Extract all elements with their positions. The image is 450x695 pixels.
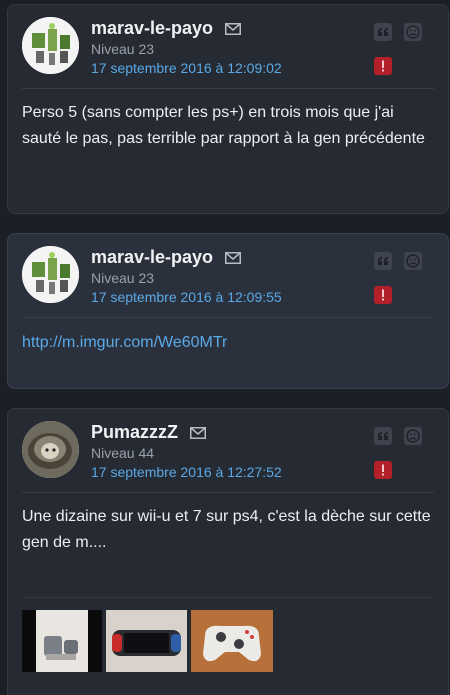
avatar-image <box>22 17 79 74</box>
envelope-icon[interactable] <box>225 22 242 35</box>
author-name[interactable]: marav-le-payo <box>91 247 213 268</box>
attachment-thumbnail[interactable] <box>22 610 102 672</box>
message-card: PumazzzZ Niveau 44 17 septembre 2016 à 1… <box>7 408 449 695</box>
user-level: Niveau 23 <box>91 270 155 286</box>
quote-icon <box>378 257 388 265</box>
report-button[interactable] <box>374 461 392 479</box>
report-button[interactable] <box>374 286 392 304</box>
user-level: Niveau 23 <box>91 41 155 57</box>
post-date-link[interactable]: 17 septembre 2016 à 12:27:52 <box>91 464 282 480</box>
author-row: marav-le-payo <box>91 247 242 268</box>
quote-button[interactable] <box>374 252 392 270</box>
message-text: Perso 5 (sans compter les ps+) en trois … <box>22 104 425 147</box>
alert-icon <box>382 60 384 72</box>
frown-icon <box>406 254 420 268</box>
frown-icon <box>406 429 420 443</box>
message-card: marav-le-payo Niveau 23 17 septembre 201… <box>7 4 449 214</box>
quote-icon <box>378 432 388 440</box>
dislike-button[interactable] <box>404 23 422 41</box>
author-name[interactable]: PumazzzZ <box>91 422 178 443</box>
message-card: marav-le-payo Niveau 23 17 septembre 201… <box>7 233 449 389</box>
post-date-link[interactable]: 17 septembre 2016 à 12:09:02 <box>91 60 282 76</box>
frown-icon <box>406 25 420 39</box>
attachment-thumbnail[interactable] <box>191 610 273 672</box>
user-level: Niveau 44 <box>91 445 155 461</box>
post-date-link[interactable]: 17 septembre 2016 à 12:09:55 <box>91 289 282 305</box>
message-text: Une dizaine sur wii-u et 7 sur ps4, c'es… <box>22 508 431 551</box>
envelope-icon[interactable] <box>225 251 242 264</box>
header-divider <box>22 492 434 493</box>
quote-button[interactable] <box>374 23 392 41</box>
avatar[interactable] <box>22 246 79 303</box>
avatar-image <box>22 246 79 303</box>
dislike-button[interactable] <box>404 252 422 270</box>
quote-icon <box>378 28 388 36</box>
author-name[interactable]: marav-le-payo <box>91 18 213 39</box>
header-divider <box>22 88 434 89</box>
author-row: PumazzzZ <box>91 422 207 443</box>
author-row: marav-le-payo <box>91 18 242 39</box>
header-divider <box>22 317 434 318</box>
attachment-thumbnail[interactable] <box>106 610 187 672</box>
quote-button[interactable] <box>374 427 392 445</box>
envelope-icon[interactable] <box>190 426 207 439</box>
avatar-image <box>22 421 79 478</box>
attachments-divider <box>22 597 434 598</box>
avatar[interactable] <box>22 421 79 478</box>
message-link[interactable]: http://m.imgur.com/We60MTr <box>22 334 227 351</box>
image-attachments <box>22 610 273 672</box>
alert-icon <box>382 464 384 476</box>
report-button[interactable] <box>374 57 392 75</box>
alert-icon <box>382 289 384 301</box>
message-text: http://m.imgur.com/We60MTr <box>22 330 434 356</box>
avatar[interactable] <box>22 17 79 74</box>
dislike-button[interactable] <box>404 427 422 445</box>
